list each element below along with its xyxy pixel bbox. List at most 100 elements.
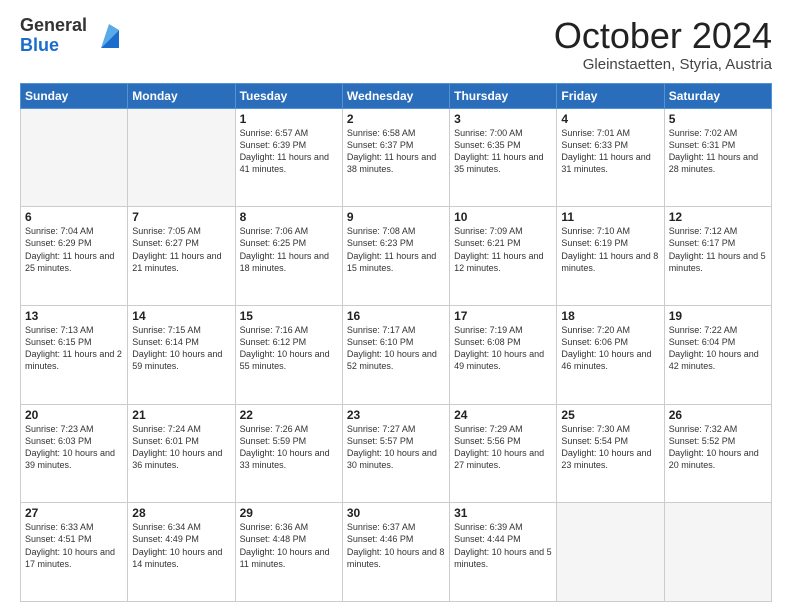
col-thursday: Thursday	[450, 83, 557, 108]
location: Gleinstaetten, Styria, Austria	[554, 56, 772, 73]
day-info: Sunrise: 6:36 AM Sunset: 4:48 PM Dayligh…	[240, 521, 338, 570]
day-info: Sunrise: 7:13 AM Sunset: 6:15 PM Dayligh…	[25, 324, 123, 373]
day-info: Sunrise: 7:15 AM Sunset: 6:14 PM Dayligh…	[132, 324, 230, 373]
day-number: 23	[347, 408, 445, 422]
calendar-week-2: 13Sunrise: 7:13 AM Sunset: 6:15 PM Dayli…	[21, 305, 772, 404]
calendar-cell: 30Sunrise: 6:37 AM Sunset: 4:46 PM Dayli…	[342, 503, 449, 602]
day-info: Sunrise: 6:58 AM Sunset: 6:37 PM Dayligh…	[347, 127, 445, 176]
calendar-cell	[21, 108, 128, 207]
day-info: Sunrise: 7:09 AM Sunset: 6:21 PM Dayligh…	[454, 225, 552, 274]
calendar-cell: 15Sunrise: 7:16 AM Sunset: 6:12 PM Dayli…	[235, 305, 342, 404]
calendar-cell: 25Sunrise: 7:30 AM Sunset: 5:54 PM Dayli…	[557, 404, 664, 503]
calendar-cell: 6Sunrise: 7:04 AM Sunset: 6:29 PM Daylig…	[21, 207, 128, 306]
calendar-cell: 26Sunrise: 7:32 AM Sunset: 5:52 PM Dayli…	[664, 404, 771, 503]
day-info: Sunrise: 6:33 AM Sunset: 4:51 PM Dayligh…	[25, 521, 123, 570]
day-number: 3	[454, 112, 552, 126]
day-number: 9	[347, 210, 445, 224]
calendar-cell: 31Sunrise: 6:39 AM Sunset: 4:44 PM Dayli…	[450, 503, 557, 602]
calendar-cell: 19Sunrise: 7:22 AM Sunset: 6:04 PM Dayli…	[664, 305, 771, 404]
calendar-cell	[128, 108, 235, 207]
day-number: 2	[347, 112, 445, 126]
day-info: Sunrise: 7:24 AM Sunset: 6:01 PM Dayligh…	[132, 423, 230, 472]
day-info: Sunrise: 7:02 AM Sunset: 6:31 PM Dayligh…	[669, 127, 767, 176]
calendar-cell: 7Sunrise: 7:05 AM Sunset: 6:27 PM Daylig…	[128, 207, 235, 306]
calendar-cell: 20Sunrise: 7:23 AM Sunset: 6:03 PM Dayli…	[21, 404, 128, 503]
calendar-cell	[557, 503, 664, 602]
calendar-week-0: 1Sunrise: 6:57 AM Sunset: 6:39 PM Daylig…	[21, 108, 772, 207]
calendar-cell: 27Sunrise: 6:33 AM Sunset: 4:51 PM Dayli…	[21, 503, 128, 602]
calendar-cell: 21Sunrise: 7:24 AM Sunset: 6:01 PM Dayli…	[128, 404, 235, 503]
col-tuesday: Tuesday	[235, 83, 342, 108]
col-saturday: Saturday	[664, 83, 771, 108]
col-friday: Friday	[557, 83, 664, 108]
calendar-cell: 9Sunrise: 7:08 AM Sunset: 6:23 PM Daylig…	[342, 207, 449, 306]
day-number: 22	[240, 408, 338, 422]
day-number: 25	[561, 408, 659, 422]
logo-general: General	[20, 16, 87, 36]
calendar-cell: 13Sunrise: 7:13 AM Sunset: 6:15 PM Dayli…	[21, 305, 128, 404]
calendar-week-4: 27Sunrise: 6:33 AM Sunset: 4:51 PM Dayli…	[21, 503, 772, 602]
calendar-cell: 28Sunrise: 6:34 AM Sunset: 4:49 PM Dayli…	[128, 503, 235, 602]
day-info: Sunrise: 7:10 AM Sunset: 6:19 PM Dayligh…	[561, 225, 659, 274]
day-number: 12	[669, 210, 767, 224]
day-number: 24	[454, 408, 552, 422]
calendar-cell: 12Sunrise: 7:12 AM Sunset: 6:17 PM Dayli…	[664, 207, 771, 306]
calendar-table: Sunday Monday Tuesday Wednesday Thursday…	[20, 83, 772, 602]
day-number: 5	[669, 112, 767, 126]
calendar-cell: 4Sunrise: 7:01 AM Sunset: 6:33 PM Daylig…	[557, 108, 664, 207]
day-number: 11	[561, 210, 659, 224]
day-info: Sunrise: 6:34 AM Sunset: 4:49 PM Dayligh…	[132, 521, 230, 570]
day-info: Sunrise: 6:37 AM Sunset: 4:46 PM Dayligh…	[347, 521, 445, 570]
title-block: October 2024 Gleinstaetten, Styria, Aust…	[554, 16, 772, 73]
day-info: Sunrise: 7:08 AM Sunset: 6:23 PM Dayligh…	[347, 225, 445, 274]
day-info: Sunrise: 7:27 AM Sunset: 5:57 PM Dayligh…	[347, 423, 445, 472]
day-info: Sunrise: 6:39 AM Sunset: 4:44 PM Dayligh…	[454, 521, 552, 570]
day-info: Sunrise: 7:16 AM Sunset: 6:12 PM Dayligh…	[240, 324, 338, 373]
calendar-cell: 22Sunrise: 7:26 AM Sunset: 5:59 PM Dayli…	[235, 404, 342, 503]
logo-icon	[91, 20, 123, 52]
calendar-cell: 11Sunrise: 7:10 AM Sunset: 6:19 PM Dayli…	[557, 207, 664, 306]
day-info: Sunrise: 7:05 AM Sunset: 6:27 PM Dayligh…	[132, 225, 230, 274]
day-number: 14	[132, 309, 230, 323]
month-title: October 2024	[554, 16, 772, 56]
day-info: Sunrise: 7:19 AM Sunset: 6:08 PM Dayligh…	[454, 324, 552, 373]
logo-blue: Blue	[20, 36, 87, 56]
calendar-cell: 5Sunrise: 7:02 AM Sunset: 6:31 PM Daylig…	[664, 108, 771, 207]
day-number: 26	[669, 408, 767, 422]
day-number: 13	[25, 309, 123, 323]
day-number: 28	[132, 506, 230, 520]
day-info: Sunrise: 7:01 AM Sunset: 6:33 PM Dayligh…	[561, 127, 659, 176]
calendar-cell: 14Sunrise: 7:15 AM Sunset: 6:14 PM Dayli…	[128, 305, 235, 404]
day-info: Sunrise: 7:29 AM Sunset: 5:56 PM Dayligh…	[454, 423, 552, 472]
day-number: 7	[132, 210, 230, 224]
day-info: Sunrise: 7:17 AM Sunset: 6:10 PM Dayligh…	[347, 324, 445, 373]
day-info: Sunrise: 7:12 AM Sunset: 6:17 PM Dayligh…	[669, 225, 767, 274]
day-number: 29	[240, 506, 338, 520]
day-number: 10	[454, 210, 552, 224]
calendar-cell: 18Sunrise: 7:20 AM Sunset: 6:06 PM Dayli…	[557, 305, 664, 404]
calendar-cell: 8Sunrise: 7:06 AM Sunset: 6:25 PM Daylig…	[235, 207, 342, 306]
calendar-cell: 2Sunrise: 6:58 AM Sunset: 6:37 PM Daylig…	[342, 108, 449, 207]
day-number: 17	[454, 309, 552, 323]
day-number: 31	[454, 506, 552, 520]
day-info: Sunrise: 7:04 AM Sunset: 6:29 PM Dayligh…	[25, 225, 123, 274]
col-wednesday: Wednesday	[342, 83, 449, 108]
calendar-header-row: Sunday Monday Tuesday Wednesday Thursday…	[21, 83, 772, 108]
calendar-cell: 3Sunrise: 7:00 AM Sunset: 6:35 PM Daylig…	[450, 108, 557, 207]
day-number: 30	[347, 506, 445, 520]
calendar-cell: 17Sunrise: 7:19 AM Sunset: 6:08 PM Dayli…	[450, 305, 557, 404]
day-number: 4	[561, 112, 659, 126]
header: General Blue October 2024 Gleinstaetten,…	[20, 16, 772, 73]
day-info: Sunrise: 7:00 AM Sunset: 6:35 PM Dayligh…	[454, 127, 552, 176]
col-sunday: Sunday	[21, 83, 128, 108]
page: General Blue October 2024 Gleinstaetten,…	[0, 0, 792, 612]
day-info: Sunrise: 7:06 AM Sunset: 6:25 PM Dayligh…	[240, 225, 338, 274]
calendar-week-3: 20Sunrise: 7:23 AM Sunset: 6:03 PM Dayli…	[21, 404, 772, 503]
calendar-cell: 29Sunrise: 6:36 AM Sunset: 4:48 PM Dayli…	[235, 503, 342, 602]
day-number: 18	[561, 309, 659, 323]
logo: General Blue	[20, 16, 123, 56]
day-number: 16	[347, 309, 445, 323]
calendar-week-1: 6Sunrise: 7:04 AM Sunset: 6:29 PM Daylig…	[21, 207, 772, 306]
day-info: Sunrise: 7:23 AM Sunset: 6:03 PM Dayligh…	[25, 423, 123, 472]
day-number: 27	[25, 506, 123, 520]
